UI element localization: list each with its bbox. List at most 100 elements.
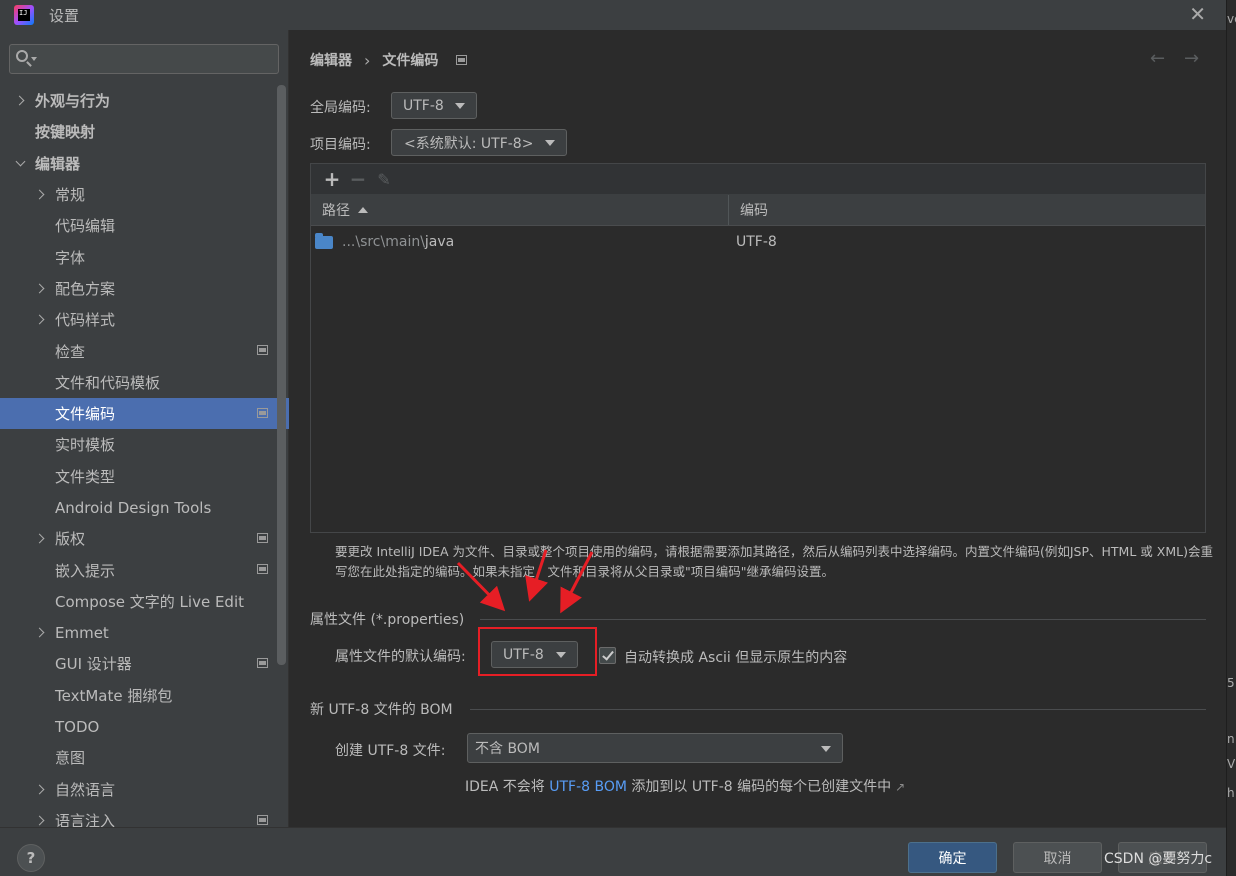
sidebar-item[interactable]: 文件类型: [0, 461, 276, 492]
sidebar-item-label: 按键映射: [35, 123, 96, 142]
project-encoding-value: <系统默认: UTF-8>: [404, 135, 534, 152]
sidebar-item[interactable]: 外观与行为: [0, 85, 276, 116]
help-button[interactable]: ?: [17, 844, 45, 872]
row-path-name: java: [424, 234, 455, 250]
project-level-icon: [456, 55, 468, 65]
sidebar-item[interactable]: 常规: [0, 179, 276, 210]
settings-search-input[interactable]: [40, 49, 270, 69]
sidebar-item[interactable]: Compose 文字的 Live Edit: [0, 586, 276, 617]
sidebar-item-label: 文件编码: [55, 405, 116, 424]
project-level-icon: [257, 533, 268, 544]
sidebar-item-label: 文件类型: [55, 467, 116, 486]
chevron-right-icon[interactable]: [34, 314, 45, 325]
column-header-encoding[interactable]: 编码: [729, 195, 768, 225]
sidebar-item[interactable]: 嵌入提示: [0, 554, 276, 585]
project-level-icon: [257, 407, 268, 418]
breadcrumb-separator: ›: [364, 50, 371, 70]
ascii-conversion-checkbox[interactable]: [599, 647, 616, 664]
sidebar-item[interactable]: 代码样式: [0, 304, 276, 335]
sidebar-item-label: Android Design Tools: [55, 498, 212, 517]
row-encoding-cell[interactable]: UTF-8: [729, 234, 777, 250]
sidebar-item-label: 检查: [55, 342, 86, 361]
forward-arrow-icon[interactable]: →: [1184, 48, 1199, 69]
sidebar-item[interactable]: TextMate 捆绑包: [0, 680, 276, 711]
global-encoding-value: UTF-8: [403, 97, 444, 114]
cancel-button[interactable]: 取消: [1013, 842, 1102, 873]
window-title: 设置: [49, 6, 80, 25]
sidebar-item[interactable]: 自然语言: [0, 774, 276, 805]
chevron-right-icon[interactable]: [34, 189, 45, 200]
sidebar-item[interactable]: 意图: [0, 742, 276, 773]
sidebar-item[interactable]: 编辑器: [0, 148, 276, 179]
external-link-icon: ↗: [895, 780, 906, 794]
section-divider: [480, 619, 1206, 620]
column-header-path-label: 路径: [322, 203, 350, 219]
sidebar-item-label: 配色方案: [55, 279, 116, 298]
properties-section-title: 属性文件 (*.properties): [310, 612, 465, 628]
bom-section-title: 新 UTF-8 文件的 BOM: [310, 702, 453, 718]
utf8-bom-link[interactable]: UTF-8 BOM: [549, 779, 627, 795]
search-options-chevron-icon[interactable]: [31, 57, 37, 61]
bg-text: 5: [1227, 676, 1235, 690]
ascii-conversion-label[interactable]: 自动转换成 Ascii 但显示原生的内容: [624, 647, 847, 667]
settings-search-box[interactable]: [9, 44, 279, 74]
sidebar-item[interactable]: 代码编辑: [0, 210, 276, 241]
bg-text: n: [1227, 732, 1235, 746]
sidebar-item-label: Emmet: [55, 623, 109, 642]
sidebar-item[interactable]: Emmet: [0, 617, 276, 648]
breadcrumb-current: 文件编码: [382, 53, 439, 69]
add-mapping-button[interactable]: +: [319, 167, 345, 191]
sidebar-item-label: 外观与行为: [35, 92, 111, 111]
sidebar-item-label: GUI 设计器: [55, 655, 132, 674]
chevron-right-icon[interactable]: [34, 533, 45, 544]
row-path-cell: ...\src\main\ java: [311, 232, 729, 250]
edit-mapping-button[interactable]: ✎: [371, 168, 397, 190]
bom-note-suffix: 添加到以 UTF-8 编码的每个已创建文件中: [626, 779, 892, 795]
sidebar-item[interactable]: 文件和代码模板: [0, 367, 276, 398]
remove-mapping-button[interactable]: −: [345, 167, 371, 191]
sidebar-item[interactable]: TODO: [0, 711, 276, 742]
sidebar-item[interactable]: 配色方案: [0, 273, 276, 304]
table-toolbar: + − ✎: [311, 164, 1205, 195]
table-row[interactable]: ...\src\main\ java UTF-8: [311, 226, 1205, 258]
ok-button[interactable]: 确定: [908, 842, 997, 873]
bom-select[interactable]: 不含 BOM: [467, 733, 843, 763]
sidebar-item-label: 常规: [55, 186, 86, 205]
chevron-down-icon: [821, 746, 831, 752]
sidebar-item-label: 自然语言: [55, 780, 116, 799]
sidebar-scrollbar[interactable]: [277, 85, 286, 665]
sidebar-item-label: 代码编辑: [55, 217, 116, 236]
chevron-right-icon[interactable]: [34, 627, 45, 638]
chevron-right-icon[interactable]: [34, 815, 45, 826]
settings-content: 编辑器 › 文件编码 ← → 全局编码: UTF-8 项目编码: <系统默认: …: [290, 30, 1226, 827]
back-arrow-icon[interactable]: ←: [1150, 48, 1165, 69]
chevron-right-icon[interactable]: [14, 95, 25, 106]
encoding-mappings-table: + − ✎ 路径 编码 ...\src\main\ java UTF-8: [310, 163, 1206, 533]
sidebar-item-label: 代码样式: [55, 311, 116, 330]
breadcrumb-parent[interactable]: 编辑器: [310, 50, 352, 70]
section-divider: [470, 709, 1206, 710]
breadcrumb: 编辑器 › 文件编码: [310, 50, 468, 70]
sidebar-item[interactable]: 版权: [0, 523, 276, 554]
sidebar-item[interactable]: 字体: [0, 241, 276, 272]
global-encoding-select[interactable]: UTF-8: [391, 92, 477, 119]
sidebar-item[interactable]: 文件编码: [0, 397, 289, 430]
sidebar-item[interactable]: 实时模板: [0, 429, 276, 460]
close-window-button[interactable]: ✕: [1189, 4, 1206, 24]
sort-ascending-icon: [358, 207, 368, 213]
sidebar-item-label: 版权: [55, 530, 86, 549]
column-header-path[interactable]: 路径: [311, 195, 729, 225]
sidebar-item[interactable]: Android Design Tools: [0, 492, 276, 523]
sidebar-item-label: TODO: [55, 717, 100, 736]
background-window-strip: ve 5 n V h: [1226, 0, 1236, 876]
chevron-right-icon[interactable]: [34, 283, 45, 294]
project-encoding-select[interactable]: <系统默认: UTF-8>: [391, 129, 567, 156]
sidebar-item[interactable]: 按键映射: [0, 116, 276, 147]
chevron-right-icon[interactable]: [34, 784, 45, 794]
search-icon: [16, 50, 28, 62]
bg-text: h: [1227, 786, 1235, 800]
sidebar-item[interactable]: GUI 设计器: [0, 648, 276, 679]
chevron-down-icon[interactable]: [15, 156, 26, 167]
sidebar-item-label: 实时模板: [55, 436, 116, 455]
sidebar-item[interactable]: 检查: [0, 335, 276, 366]
